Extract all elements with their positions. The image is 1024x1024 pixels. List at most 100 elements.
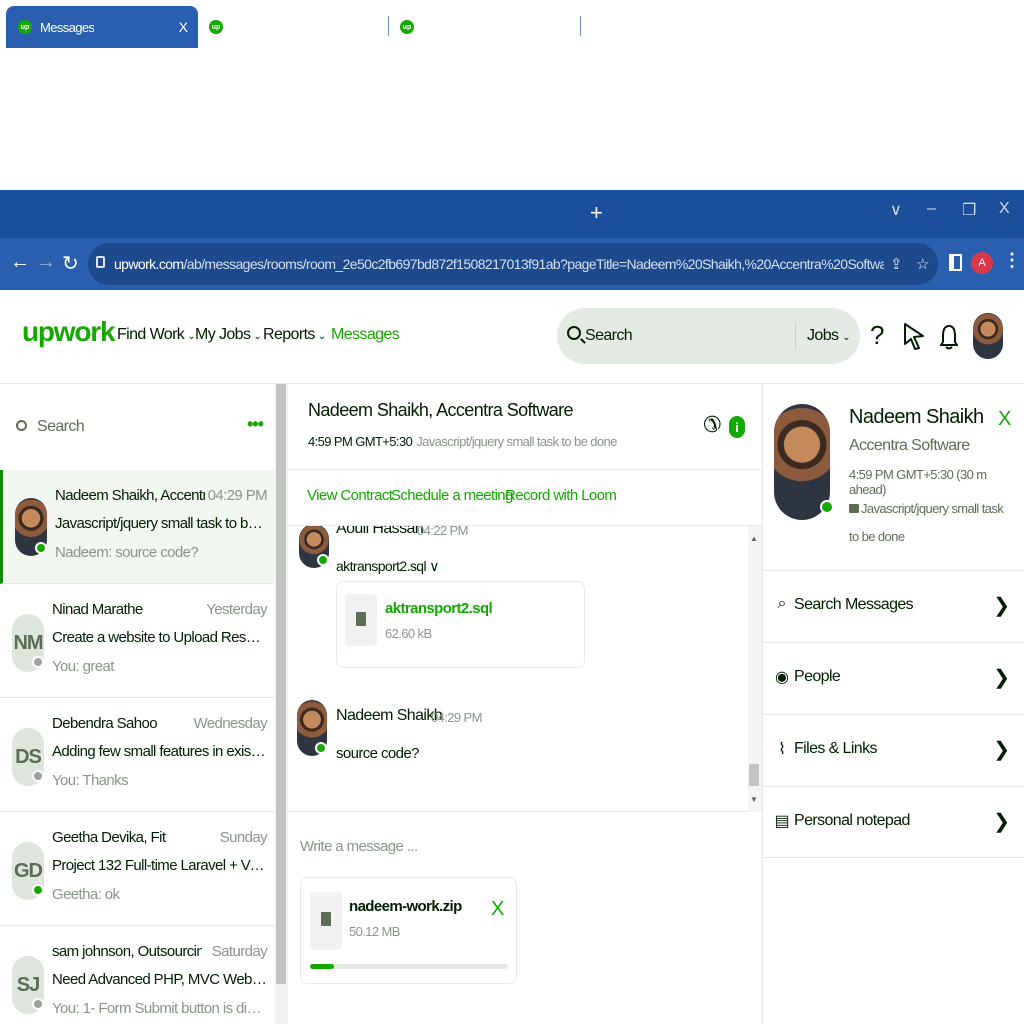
lock-icon	[96, 256, 105, 268]
search-messages-item[interactable]: ⌕ Search Messages ❯	[762, 570, 1024, 642]
new-tab-button[interactable]: +	[590, 200, 603, 226]
reload-icon[interactable]: ↻	[62, 251, 79, 276]
chevron-right-icon: ❯	[993, 667, 1010, 689]
tab-close-icon[interactable]: X	[368, 19, 377, 35]
chevron-down-icon: ⌄	[253, 331, 262, 342]
conversation-subject: Project 132 Full-time Laravel + Vue Deve…	[52, 857, 267, 874]
chevron-down-icon: ⌄	[187, 331, 195, 342]
contact-local-time: 4:59 PM GMT+5:30 (30 m ahead)	[849, 467, 987, 497]
conversation-item[interactable]: GD Geetha Devika, Fit Sunday Project 132…	[0, 812, 275, 926]
bookmark-star-icon[interactable]: ☆	[916, 255, 929, 273]
schedule-meeting-link[interactable]: Schedule a meeting	[391, 487, 513, 504]
conversation-name: Geetha Devika, Fit	[52, 829, 166, 846]
scroll-down-arrow-icon[interactable]: ▼	[750, 795, 758, 804]
nav-my-jobs[interactable]: My Jobs ⌄	[195, 326, 262, 344]
personal-notepad-item[interactable]: ▤ Personal notepad ❯	[762, 786, 1024, 858]
message-time: 04:22 PM	[417, 526, 468, 538]
forward-arrow-icon[interactable]: →	[36, 251, 56, 274]
conversation-time: Saturday	[211, 943, 268, 960]
file-icon	[310, 892, 342, 950]
online-status-dot	[32, 998, 44, 1010]
conversation-search-input[interactable]: Search	[37, 418, 85, 435]
room-title: Nadeem Shaikh, Accentra Software	[308, 400, 574, 420]
record-with-loom-link[interactable]: Record with Loom	[505, 487, 617, 504]
conversation-subject: Need Advanced PHP, MVC Web Develop...	[52, 971, 267, 988]
room-subtitle: 4:59 PM GMT+5:30 Javascript/jquery small …	[308, 434, 617, 449]
upwork-logo[interactable]: upwork	[22, 316, 116, 348]
direct-contracts-icon[interactable]	[903, 322, 925, 357]
contact-name: Nadeem Shaikh	[849, 406, 984, 428]
restore-icon[interactable]: ❐	[962, 200, 976, 220]
thread-scrollbar-thumb[interactable]	[749, 764, 759, 786]
online-status-dot	[315, 742, 327, 754]
search-scope-select[interactable]: Jobs ⌄	[807, 327, 851, 345]
conversation-name: Ninad Marathe	[52, 601, 143, 618]
message-author: Aouil Hassan	[336, 526, 424, 537]
browser-tab-bar	[0, 190, 1024, 238]
url-text: upwork.com/ab/messages/rooms/room_2e50c2…	[114, 256, 884, 272]
contact-job: Javascript/jquery small task to be done	[849, 501, 1004, 544]
phone-icon[interactable]: ✆	[703, 412, 721, 438]
message-time: 04:29 PM	[431, 710, 482, 725]
file-size: 62.60 kB	[385, 626, 432, 641]
conversation-search[interactable]: Search	[16, 418, 85, 436]
notifications-bell-icon[interactable]	[939, 324, 959, 357]
more-options-icon[interactable]: •••	[247, 414, 264, 435]
view-contract-link[interactable]: View Contract	[307, 487, 393, 504]
file-attachment[interactable]: aktransport2.sql 62.60 kB	[336, 581, 585, 668]
scroll-up-arrow-icon[interactable]: ▲	[750, 534, 758, 543]
conversation-item[interactable]: SJ sam johnson, Outsourcing J... Saturda…	[0, 926, 275, 1024]
share-icon[interactable]: ⇪	[890, 255, 903, 273]
tab-javascript-task[interactable]: up Javascript/jquery small task to be X	[197, 6, 387, 48]
conversation-name: Nadeem Shaikh, Accentra S...	[55, 487, 205, 504]
tab-upwork[interactable]: up Upwork X	[388, 6, 580, 48]
user-avatar[interactable]	[973, 313, 1003, 359]
address-bar[interactable]: upwork.com/ab/messages/rooms/room_2e50c2…	[88, 243, 938, 285]
conversation-item[interactable]: NM Ninad Marathe Yesterday Create a webs…	[0, 584, 275, 698]
upload-progress-bar	[310, 964, 508, 969]
search-input[interactable]: Search	[585, 327, 633, 345]
conversation-name: sam johnson, Outsourcing J...	[52, 943, 202, 960]
window-close-icon[interactable]: X	[999, 200, 1010, 218]
tab-messages[interactable]: up Messages X	[6, 6, 198, 48]
online-status-dot	[32, 656, 44, 668]
nav-messages[interactable]: Messages	[331, 326, 400, 344]
conversation-subject: Adding few small features in existing la…	[52, 743, 267, 760]
chevron-right-icon: ❯	[993, 811, 1010, 833]
tab-close-icon[interactable]: X	[561, 19, 570, 35]
upwork-favicon-icon: up	[18, 20, 32, 34]
profile-avatar[interactable]: A	[971, 252, 993, 274]
room-header	[288, 384, 762, 470]
browser-menu-icon[interactable]: ⋮	[1003, 250, 1021, 271]
contact-company: Accentra Software	[849, 437, 970, 454]
tab-close-icon[interactable]: X	[179, 19, 188, 35]
nav-find-work[interactable]: Find Work ⌄	[117, 326, 196, 344]
nav-reports[interactable]: Reports ⌄	[263, 326, 326, 344]
conversation-preview: You: great	[52, 658, 114, 675]
conversation-subject: Javascript/jquery small task to be done	[55, 515, 270, 532]
briefcase-icon	[849, 504, 859, 513]
notepad-icon: ▤	[774, 813, 790, 830]
remove-upload-icon[interactable]: X	[491, 898, 504, 921]
conversation-item[interactable]: DS Debendra Sahoo Wednesday Adding few s…	[0, 698, 275, 812]
tab-search-icon[interactable]: ∨	[890, 200, 902, 220]
conversation-time: Wednesday	[193, 715, 267, 732]
files-links-item[interactable]: ⌇ Files & Links ❯	[762, 714, 1024, 786]
info-icon[interactable]: i	[729, 416, 745, 438]
side-panel-icon[interactable]	[949, 254, 962, 271]
attachment-label[interactable]: aktransport2.sql ∨	[336, 558, 440, 575]
header-search[interactable]: Search Jobs ⌄	[557, 308, 860, 364]
online-status-dot	[317, 554, 329, 566]
close-details-icon[interactable]: X	[998, 408, 1011, 431]
minimize-icon[interactable]: –	[927, 200, 936, 218]
file-name[interactable]: aktransport2.sql	[385, 600, 493, 617]
help-icon[interactable]: ?	[870, 320, 884, 351]
people-item[interactable]: ◉ People ❯	[762, 642, 1024, 714]
conversation-scrollbar-thumb[interactable]	[276, 384, 286, 984]
message-input[interactable]: Write a message ...	[300, 838, 418, 855]
conversation-item[interactable]: Nadeem Shaikh, Accentra S... 04:29 PM Ja…	[0, 470, 275, 584]
online-status-dot	[32, 770, 44, 782]
back-arrow-icon[interactable]: ←	[10, 251, 30, 274]
conversation-subject: Create a website to Upload Research Pa..…	[52, 629, 267, 646]
upload-file-size: 50.12 MB	[349, 924, 400, 939]
